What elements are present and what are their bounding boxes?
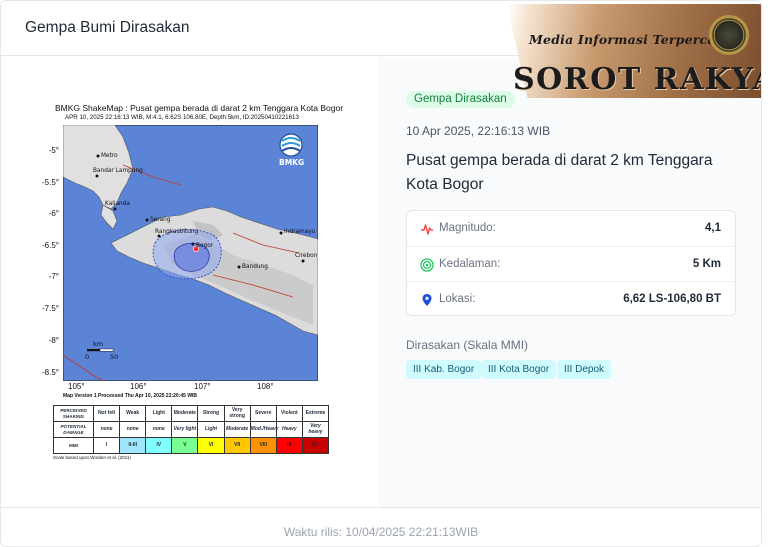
mmi-cell: Strong [197, 405, 225, 422]
place-label: Cirebon [295, 253, 318, 259]
shakemap-title: BMKG ShakeMap : Pusat gempa berada di da… [55, 103, 344, 113]
mmi-cell: Moderate [171, 405, 199, 422]
depth-value: 5 Km [692, 258, 721, 270]
brand-tagline: Media Informasi Terpercaya [529, 32, 732, 47]
shakemap-image[interactable]: Metro Bandar Lampung Kalianda Serang Ran… [63, 125, 318, 381]
card-title: Gempa Bumi Dirasakan [25, 19, 190, 36]
brand-watermark: Media Informasi Terpercaya SOROT RAKYAT [507, 4, 761, 98]
place-label: Bogor [196, 243, 214, 249]
depth-label: Kedalaman: [439, 258, 501, 270]
place-label: Metro [101, 153, 118, 159]
location-label: Lokasi: [439, 293, 476, 305]
mmi-cell: Very heavy [301, 421, 330, 438]
place-label: Indramayu [284, 229, 316, 235]
place-label: Kalianda [105, 201, 130, 207]
mmi-cell: Very light [171, 421, 199, 438]
magnitude-label: Magnitudo: [439, 222, 496, 234]
mmi-shaking-row: PERCEIVED SHAKING Not felt Weak Light Mo… [53, 405, 330, 422]
mmi-cell: I [92, 437, 121, 454]
mmi-cell: Weak [119, 405, 147, 422]
event-info-box: Magnitudo: 4,1 Kedalaman: 5 Km Lokasi: 6… [406, 210, 736, 316]
mmi-cell: VIII [249, 437, 277, 454]
mmi-cell: Heavy [275, 421, 303, 438]
x-tick-label: 105° [68, 382, 85, 391]
mmi-damage-row: POTENTIAL DAMAGE none none none Very lig… [53, 421, 330, 438]
y-tick-label: -7° [48, 272, 59, 281]
mmi-row-head: POTENTIAL DAMAGE [53, 421, 94, 438]
mmi-cell: Mod./Heavy [249, 421, 278, 438]
magnitude-row: Magnitudo: 4,1 [407, 211, 735, 246]
mmi-cell: V [171, 437, 199, 454]
felt-area-chip: III Kab. Bogor [406, 360, 482, 379]
location-value: 6,62 LS-106,80 BT [623, 293, 721, 305]
y-tick-label: -8° [48, 336, 59, 345]
release-time: Waktu rilis: 10/04/2025 22:21:13WIB [283, 525, 479, 539]
depth-row: Kedalaman: 5 Km [407, 246, 735, 281]
shakemap-scale-note: Scale based upon Worden et al. (2011) [53, 455, 131, 460]
shakemap-subtitle: APR 10, 2025 22:16:13 WIB, M:4.1, 6.62S … [65, 114, 299, 121]
event-datetime: 10 Apr 2025, 22:16:13 WIB [406, 124, 551, 138]
event-headline: Pusat gempa berada di darat 2 km Tenggar… [406, 152, 713, 193]
brand-name: SOROT RAKYAT [513, 62, 761, 97]
bmkg-logo-text: BMKG [279, 158, 304, 167]
x-tick-label: 107° [194, 382, 211, 391]
target-icon [420, 258, 434, 272]
x-tick-label: 108° [257, 382, 274, 391]
svg-text:50: 50 [110, 353, 118, 361]
mmi-cell: none [145, 421, 173, 438]
felt-area-chip: III Kota Bogor [481, 360, 557, 379]
mmi-cell: Violent [275, 405, 303, 422]
pulse-icon [421, 224, 433, 235]
y-tick-label: -6.5° [42, 241, 59, 250]
mmi-cell: VII [223, 437, 251, 454]
mmi-cell: Light [197, 421, 225, 438]
place-label: Serang [150, 217, 171, 223]
shakemap-processed-note: Map Version 1 Processed Thu Apr 10, 2025… [63, 393, 198, 399]
felt-intensity-title: Dirasakan (Skala MMI) [406, 338, 529, 352]
mmi-cell: IX [275, 437, 303, 454]
bmkg-logo: BMKG [279, 133, 304, 167]
mmi-cell: Not felt [92, 405, 121, 422]
mmi-cell: Severe [249, 405, 277, 422]
mmi-cell: II-III [119, 437, 147, 454]
place-label: Rangkasbitung [155, 229, 199, 235]
mmi-cell: none [119, 421, 147, 438]
y-tick-label: -5° [48, 146, 59, 155]
svg-text:km: km [93, 340, 103, 348]
mmi-intensity-row: MMI I II-III IV V VI VII VIII IX X+ [53, 437, 330, 454]
place-label: Bandung [242, 264, 268, 270]
location-row: Lokasi: 6,62 LS-106,80 BT [407, 281, 735, 316]
y-tick-label: -7.5° [42, 304, 59, 313]
y-tick-label: -5.5° [42, 178, 59, 187]
felt-status-badge: Gempa Dirasakan [406, 91, 515, 108]
mmi-cell: Very strong [223, 405, 251, 422]
mmi-legend-table: PERCEIVED SHAKING Not felt Weak Light Mo… [53, 405, 330, 454]
mmi-cell: X+ [301, 437, 330, 454]
location-pin-icon [422, 294, 432, 306]
y-tick-label: -6° [48, 209, 59, 218]
svg-text:0: 0 [85, 353, 89, 361]
mmi-cell: Light [145, 405, 173, 422]
felt-area-chip: III Depok [557, 360, 612, 379]
y-tick-label: -8.5° [42, 368, 59, 377]
mmi-cell: Moderate [223, 421, 251, 438]
mmi-cell: IV [145, 437, 173, 454]
mmi-cell: VI [197, 437, 225, 454]
mmi-cell: none [92, 421, 121, 438]
earthquake-card: Gempa Bumi Dirasakan BMKG ShakeMap : Pus… [0, 0, 762, 547]
card-footer: Waktu rilis: 10/04/2025 22:21:13WIB [1, 507, 761, 546]
x-tick-label: 106° [130, 382, 147, 391]
mmi-row-head: MMI [53, 437, 94, 454]
magnitude-value: 4,1 [705, 222, 721, 234]
mmi-cell: Extreme [301, 405, 330, 422]
seal-icon [709, 15, 749, 55]
mmi-row-head: PERCEIVED SHAKING [53, 405, 94, 422]
place-label: Bandar Lampung [93, 168, 143, 174]
